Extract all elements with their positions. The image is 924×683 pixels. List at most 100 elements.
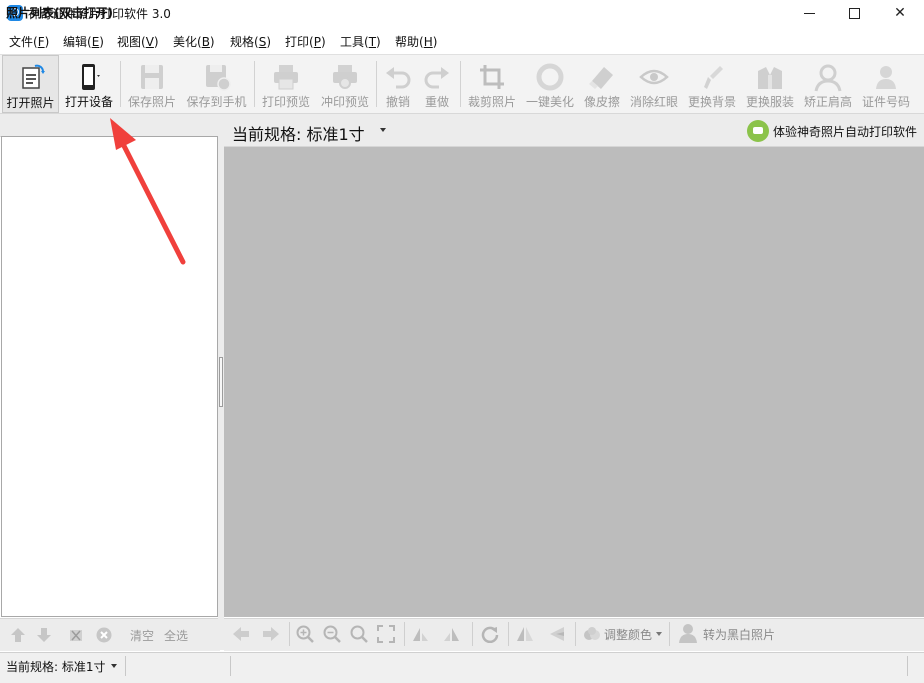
fullscreen-icon[interactable]: [377, 625, 395, 643]
beautify-icon: [536, 63, 564, 91]
close-button[interactable]: ✕: [877, 0, 923, 28]
remove-red-eye-button[interactable]: 消除红眼: [626, 55, 682, 113]
one-click-beautify-button[interactable]: 一键美化: [522, 55, 578, 113]
menu-beautify[interactable]: 美化(B): [173, 33, 215, 50]
open-photo-button[interactable]: 打开照片: [2, 55, 59, 113]
toolbar-divider: [289, 622, 290, 646]
user-icon[interactable]: [678, 623, 698, 643]
chevron-down-icon[interactable]: [111, 664, 117, 668]
menu-print[interactable]: 打印(P): [285, 33, 326, 50]
flip-horizontal-icon[interactable]: [516, 625, 534, 643]
remove-photo-icon[interactable]: [68, 627, 84, 643]
print-preview-icon: [333, 65, 357, 89]
zoom-in-icon[interactable]: [296, 625, 314, 643]
correct-shoulder-button[interactable]: 矫正肩高: [800, 55, 856, 113]
remove-red-eye-label: 消除红眼: [629, 95, 678, 109]
open-device-button[interactable]: 打开设备: [61, 55, 117, 113]
open-device-label: 打开设备: [64, 95, 113, 109]
change-background-button[interactable]: 更换背景: [684, 55, 740, 113]
toolbar-divider: [404, 622, 405, 646]
photo-canvas[interactable]: [224, 147, 924, 617]
print-preview-button[interactable]: 打印预览: [257, 55, 315, 113]
close-icon: ✕: [894, 5, 906, 21]
eraser-button[interactable]: 像皮擦: [579, 55, 625, 113]
crop-photo-button[interactable]: 裁剪照片: [463, 55, 521, 113]
maximize-button[interactable]: [831, 0, 877, 28]
clear-button[interactable]: 清空: [130, 627, 154, 644]
previous-icon[interactable]: [232, 625, 250, 643]
print-preview-label: 打印预览: [261, 95, 310, 109]
main-toolbar: 打开照片 打开设备 保存照片 保存到手机 打印预览 冲印预览 撤销 重做 裁剪照…: [0, 54, 924, 114]
redo-icon: [424, 67, 449, 89]
rotate-left-icon[interactable]: [411, 625, 429, 643]
crop-photo-label: 裁剪照片: [467, 95, 516, 109]
toolbar-divider: [669, 622, 670, 646]
menu-file[interactable]: 文件(F): [9, 33, 49, 50]
toolbar-divider: [376, 61, 377, 107]
zoom-out-icon[interactable]: [323, 625, 341, 643]
next-icon[interactable]: [262, 625, 280, 643]
menu-tools[interactable]: 工具(T): [340, 33, 381, 50]
develop-preview-label: 冲印预览: [320, 95, 369, 109]
undo-button[interactable]: 撤销: [379, 55, 417, 113]
move-up-icon[interactable]: [10, 627, 26, 643]
annotation-arrow-icon: [110, 118, 186, 265]
red-eye-icon: [639, 69, 669, 85]
open-photo-icon: [21, 64, 45, 89]
flip-vertical-icon[interactable]: [548, 625, 566, 643]
redo-button[interactable]: 重做: [418, 55, 456, 113]
menu-help[interactable]: 帮助(H): [395, 33, 437, 50]
current-spec-label: 当前规格:: [232, 125, 302, 144]
develop-preview-button[interactable]: 冲印预览: [316, 55, 374, 113]
auto-print-link[interactable]: 体验神奇照片自动打印软件: [773, 123, 917, 140]
printer-icon: [274, 65, 298, 90]
chevron-down-icon[interactable]: [380, 128, 386, 132]
zoom-fit-icon[interactable]: [350, 625, 368, 643]
minimize-button[interactable]: [786, 0, 832, 28]
save-to-phone-icon: [205, 65, 231, 91]
status-divider: [230, 656, 231, 676]
toolbar-divider: [460, 61, 461, 107]
minimize-icon: [803, 12, 815, 14]
color-adjust-icon[interactable]: [583, 625, 601, 643]
save-photo-label: 保存照片: [127, 95, 176, 109]
eraser-label: 像皮擦: [583, 95, 620, 109]
chevron-down-icon[interactable]: [656, 632, 662, 636]
auto-print-icon[interactable]: [747, 120, 769, 142]
toolbar-divider: [254, 61, 255, 107]
shoulder-icon: [814, 64, 842, 92]
save-icon: [141, 65, 163, 89]
status-spec-label: 当前规格:: [6, 660, 59, 674]
redo-label: 重做: [424, 95, 449, 109]
id-number-button[interactable]: 证件号码: [858, 55, 914, 113]
undo-icon: [386, 67, 411, 89]
convert-bw-button[interactable]: 转为黑白照片: [703, 626, 775, 643]
save-to-phone-button[interactable]: 保存到手机: [183, 55, 250, 113]
open-photo-label: 打开照片: [6, 96, 55, 110]
save-to-phone-label: 保存到手机: [186, 95, 247, 109]
menu-view[interactable]: 视图(V): [117, 33, 159, 50]
select-all-button[interactable]: 全选: [164, 627, 188, 644]
change-clothes-button[interactable]: 更换服装: [742, 55, 798, 113]
undo-label: 撤销: [385, 95, 410, 109]
rotate-right-icon[interactable]: [443, 625, 461, 643]
crop-icon: [480, 65, 504, 89]
current-spec-selector[interactable]: 当前规格: 标准1寸: [232, 121, 365, 145]
save-photo-button[interactable]: 保存照片: [123, 55, 181, 113]
clothes-icon: [758, 67, 782, 89]
move-down-icon[interactable]: [36, 627, 52, 643]
current-spec-value: 标准1寸: [306, 125, 365, 144]
status-spec-selector[interactable]: 当前规格: 标准1寸: [6, 658, 106, 675]
splitter-grip[interactable]: [219, 357, 223, 407]
status-bar: [0, 652, 924, 683]
menu-edit[interactable]: 编辑(E): [63, 33, 104, 50]
refresh-icon[interactable]: [481, 625, 499, 643]
adjust-color-dropdown[interactable]: 调整颜色: [604, 626, 652, 643]
menu-spec[interactable]: 规格(S): [230, 33, 271, 50]
delete-icon[interactable]: [96, 627, 112, 643]
status-spec-value: 标准1寸: [61, 660, 106, 674]
status-divider: [907, 656, 908, 676]
photo-list-toolbar: 清空 全选: [0, 618, 220, 651]
toolbar-divider: [472, 622, 473, 646]
id-number-icon: [876, 66, 896, 89]
